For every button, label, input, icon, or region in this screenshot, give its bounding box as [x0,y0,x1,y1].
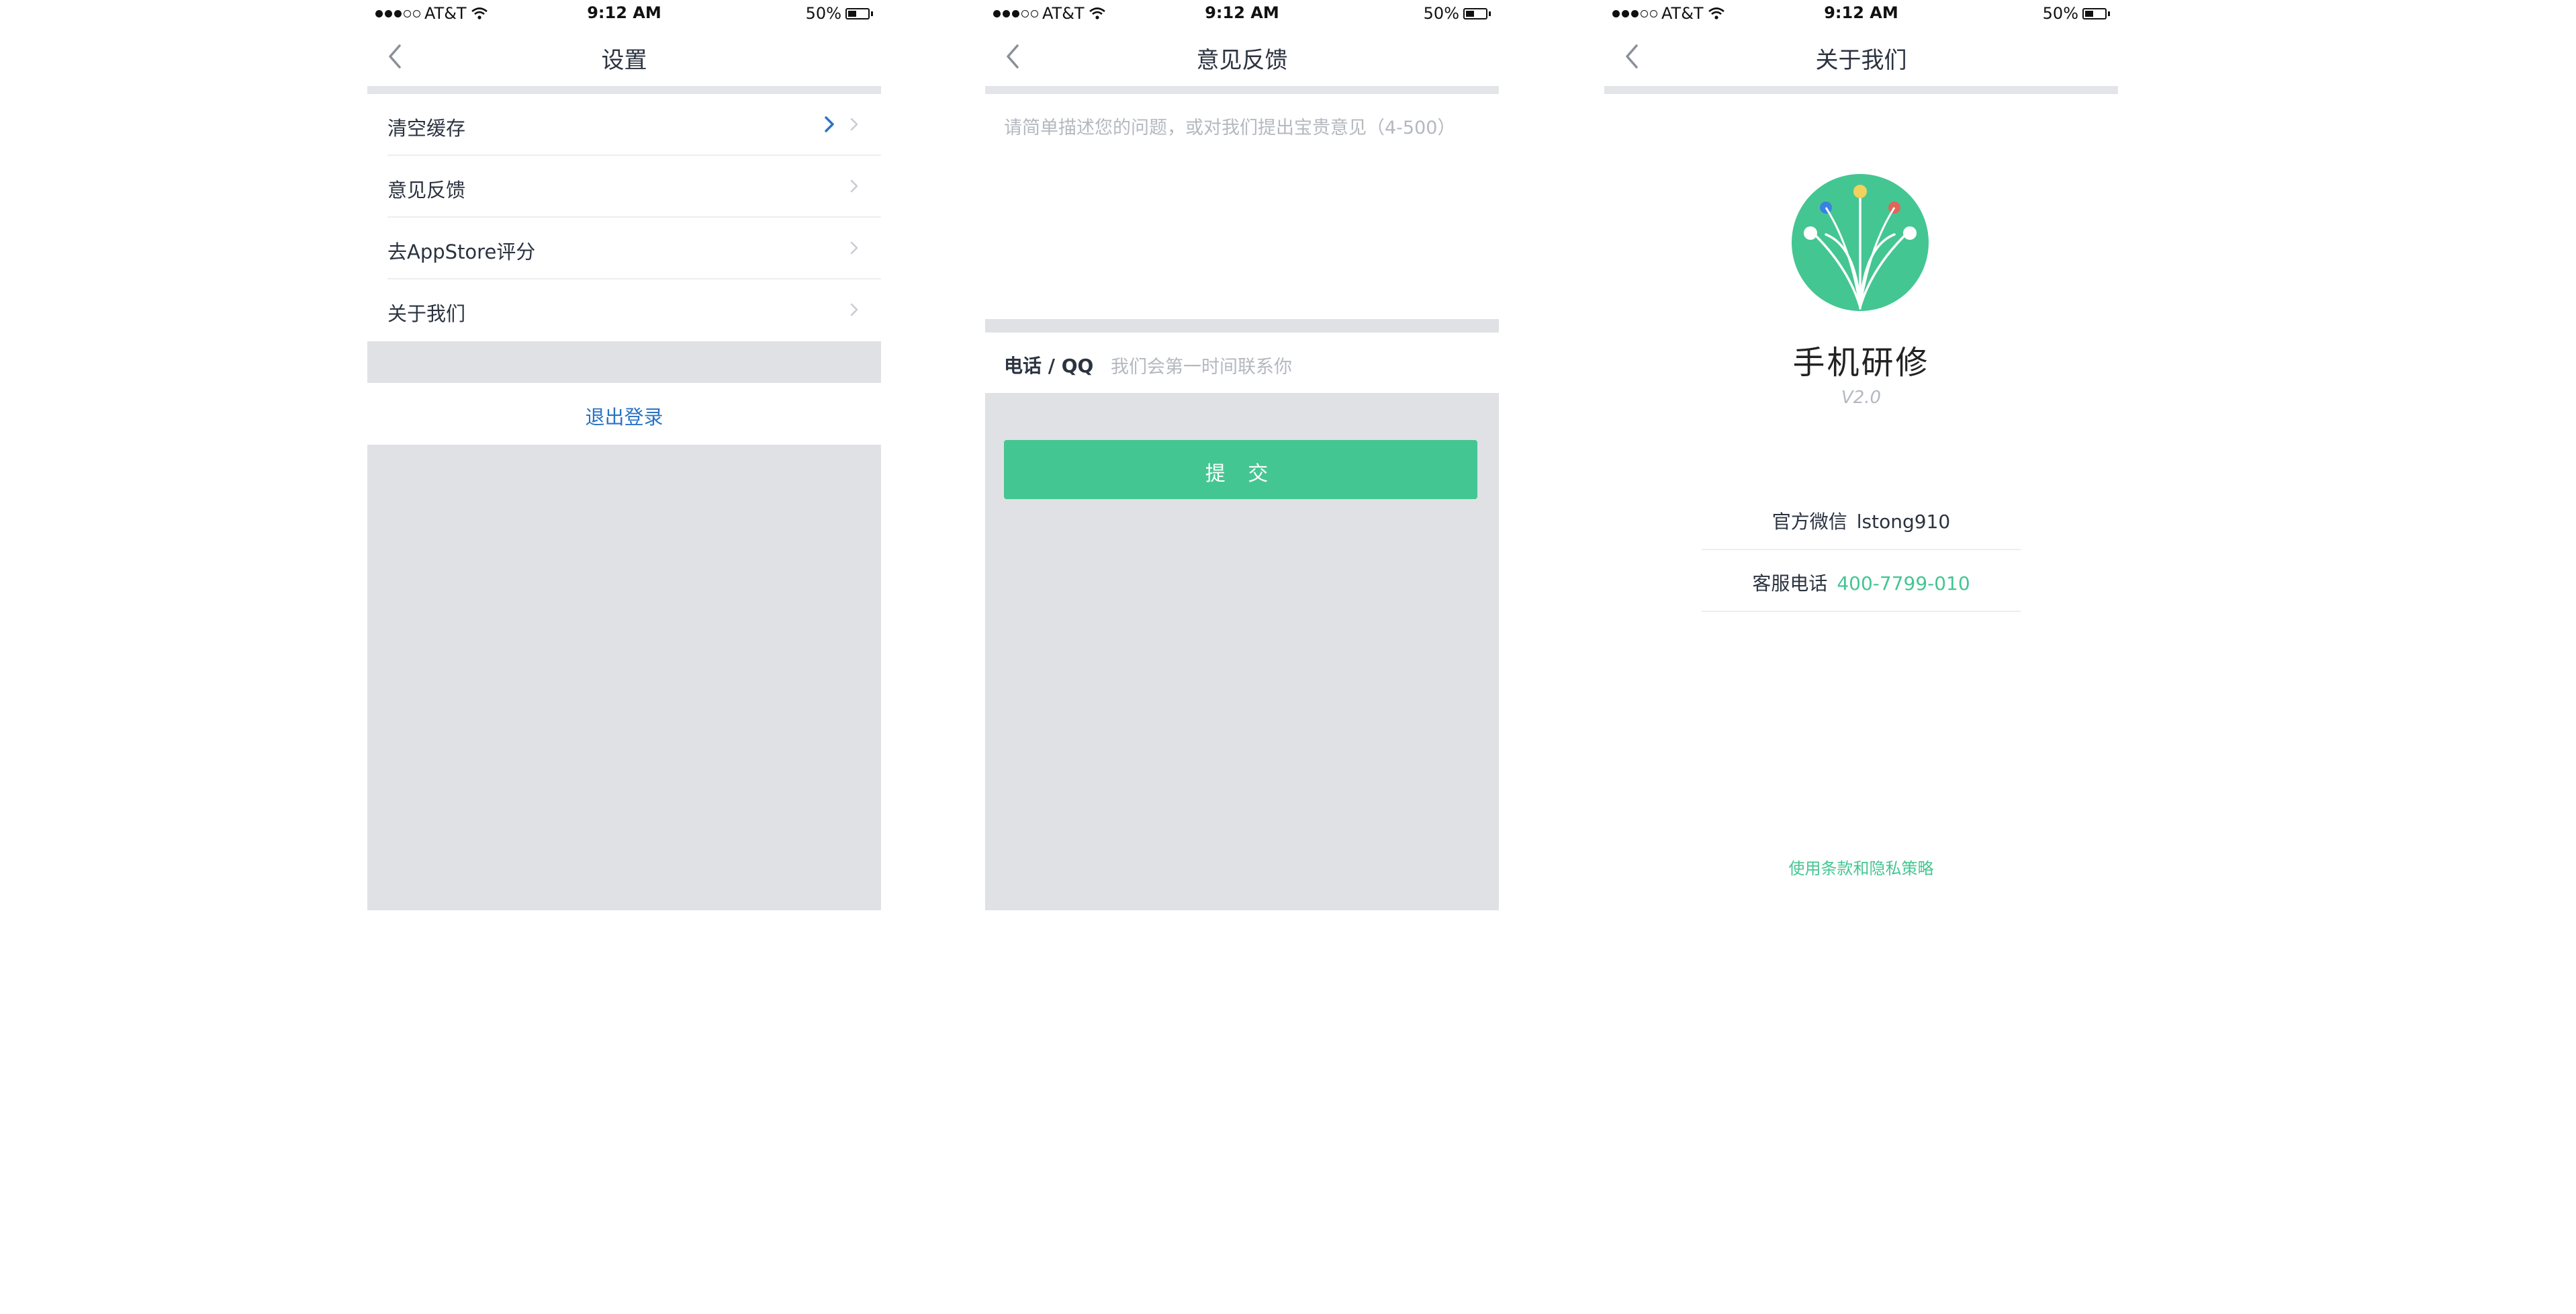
settings-item-label: 关于我们 [387,302,466,325]
phone-label: 客服电话 [1752,572,1828,595]
back-chevron-icon[interactable] [999,40,1028,73]
page-title: 意见反馈 [1196,47,1288,74]
app-name: 手机研修 [1792,344,1930,382]
section-spacer [985,319,1499,333]
chevron-right-blue-icon [825,116,834,132]
chevron-right-icon [850,118,858,131]
settings-item-feedback[interactable]: 意见反馈 [367,156,881,218]
submit-label: 提 交 [1205,462,1277,486]
chevron-right-icon [850,303,858,316]
logout-button[interactable]: 退出登录 [367,383,881,445]
phone-link[interactable]: 400-7799-010 [1837,572,1970,595]
page-title: 设置 [601,47,647,74]
status-bar: AT&T 9:12 AM 50% [367,0,881,27]
contact-label: 电话 / QQ [1004,355,1094,377]
settings-item-label: 清空缓存 [387,117,466,140]
terms-privacy-link[interactable]: 使用条款和隐私策略 [1604,855,2118,879]
submit-button[interactable]: 提 交 [1004,440,1477,499]
battery-percent: 50% [1423,4,1459,23]
back-chevron-icon[interactable] [381,40,410,73]
wechat-row: 官方微信 lstong910 [1702,488,2021,550]
contact-field[interactable]: 电话 / QQ 我们会第一时间联系你 [985,333,1499,393]
back-chevron-icon[interactable] [1618,40,1647,73]
settings-item-label: 去AppStore评分 [387,240,536,263]
section-spacer [367,341,881,383]
logout-label: 退出登录 [585,406,663,429]
nav-divider [367,86,881,94]
battery-icon [2082,7,2107,19]
phone-row: 客服电话 400-7799-010 [1702,550,2021,612]
app-version: V2.0 [1841,388,1882,408]
settings-item-label: 意见反馈 [387,179,466,202]
page-background [367,445,881,910]
battery-percent: 50% [805,4,841,23]
wechat-value: lstong910 [1856,511,1951,533]
contact-placeholder: 我们会第一时间联系你 [1111,357,1292,378]
battery-icon [1463,7,1487,19]
status-bar: AT&T 9:12 AM 50% [985,0,1499,27]
about-screen: AT&T 9:12 AM 50% 关于我们 手机研修 V2.0 官方微信 lst… [1604,0,2118,910]
feedback-placeholder: 请简单描述您的问题，或对我们提出宝贵意见（4-500） [1004,118,1456,138]
status-bar: AT&T 9:12 AM 50% [1604,0,2118,27]
feedback-screen: AT&T 9:12 AM 50% 意见反馈 请简单描述您的问题，或对我们提出宝贵… [985,0,1499,910]
settings-item-about-us[interactable]: 关于我们 [367,279,881,341]
navigation-bar: 意见反馈 [985,27,1499,86]
nav-divider [985,86,1499,94]
settings-item-appstore-rating[interactable]: 去AppStore评分 [367,218,881,279]
chevron-right-icon [850,241,858,255]
battery-icon [845,7,870,19]
wechat-label: 官方微信 [1772,511,1847,533]
status-time: 9:12 AM [587,3,661,22]
battery-percent: 50% [2042,4,2078,23]
feedback-textarea[interactable]: 请简单描述您的问题，或对我们提出宝贵意见（4-500） [985,94,1499,319]
status-time: 9:12 AM [1205,3,1279,22]
app-logo [1792,174,1929,311]
settings-screen: AT&T 9:12 AM 50% 设置 清空缓存 意见反馈 去AppStore评… [367,0,881,910]
page-title: 关于我们 [1815,47,1907,74]
status-time: 9:12 AM [1824,3,1898,22]
navigation-bar: 关于我们 [1604,27,2118,86]
navigation-bar: 设置 [367,27,881,86]
nav-divider [1604,86,2118,94]
settings-item-clear-cache[interactable]: 清空缓存 [367,94,881,156]
chevron-right-icon [850,179,858,193]
